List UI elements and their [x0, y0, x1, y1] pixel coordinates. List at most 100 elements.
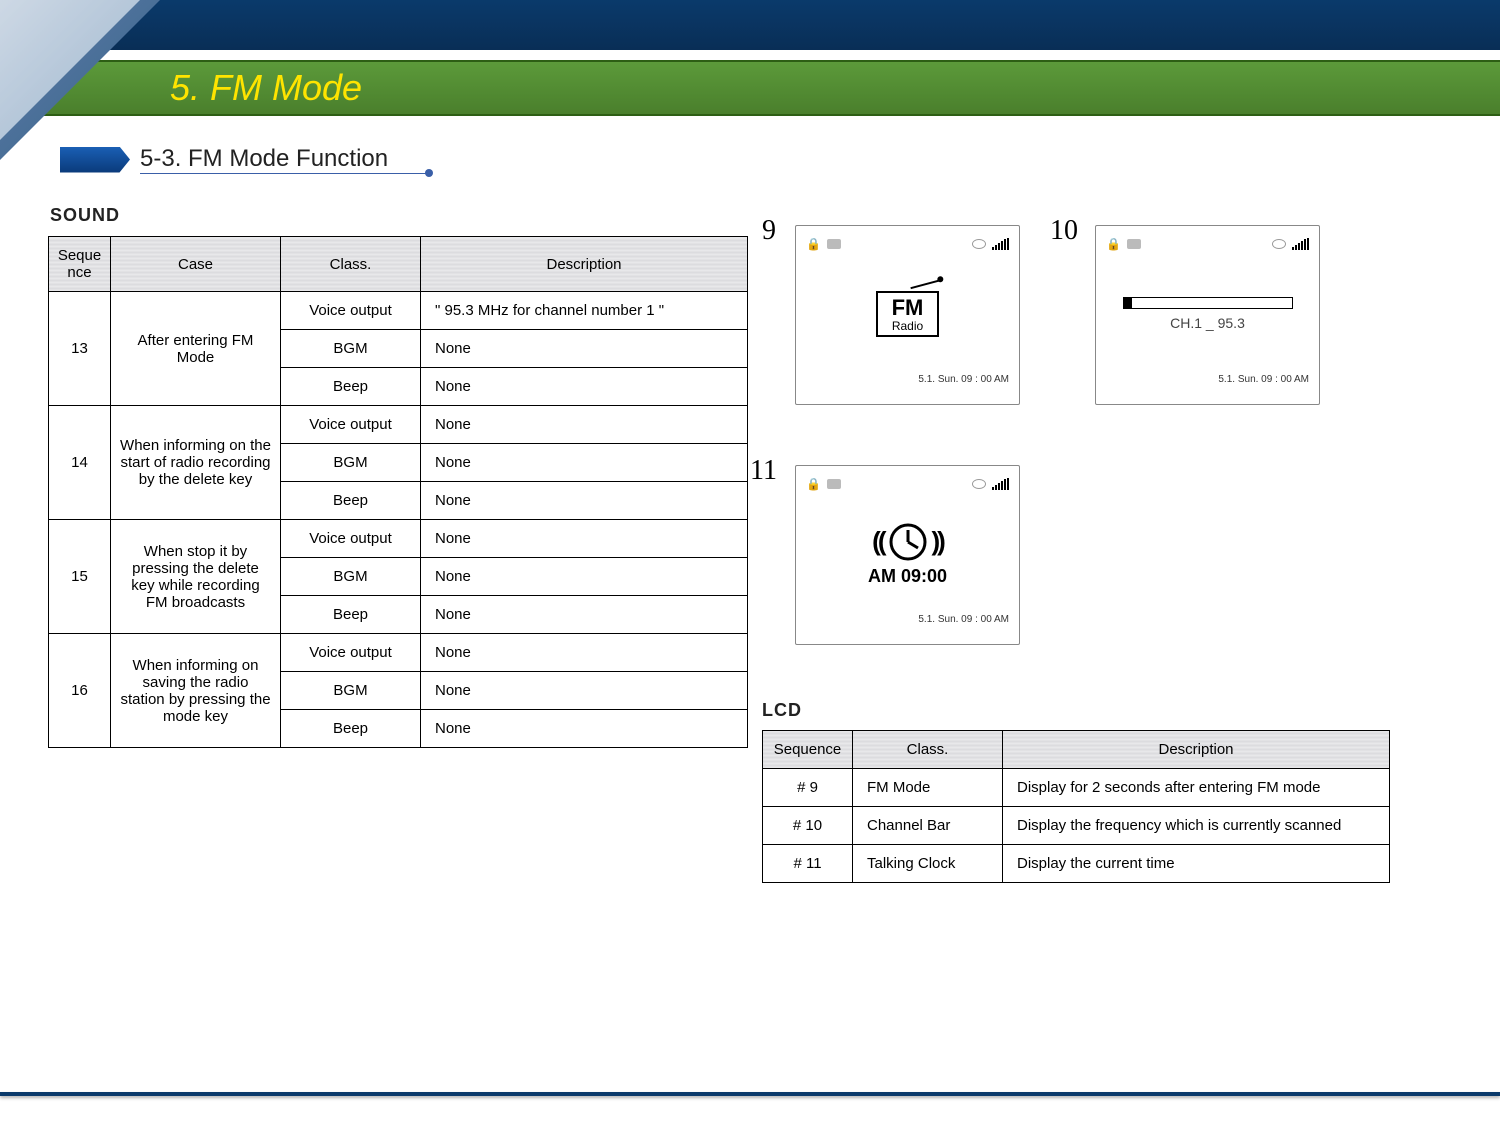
cell-seq: # 9	[763, 769, 853, 807]
col-sequence: Sequence	[763, 731, 853, 769]
cell-desc: Display the current time	[1003, 845, 1390, 883]
table-row: 16 When informing on saving the radio st…	[49, 634, 748, 672]
table-header-row: Sequence Case Class. Description	[49, 237, 748, 292]
title-band: 5. FM Mode	[0, 60, 1500, 116]
cell-class: BGM	[281, 558, 421, 596]
channel-bar	[1123, 297, 1293, 309]
bottom-bar	[0, 1092, 1500, 1096]
clock-icon: (( ))	[872, 522, 943, 562]
cell-desc: None	[421, 520, 748, 558]
cell-desc: Display the frequency which is currently…	[1003, 807, 1390, 845]
cell-desc: None	[421, 558, 748, 596]
cell-class: Voice output	[281, 406, 421, 444]
cell-desc: None	[421, 596, 748, 634]
cell-seq: 15	[49, 520, 111, 634]
fm-subtitle: Radio	[892, 319, 924, 333]
status-bar	[806, 234, 1009, 254]
cell-desc: None	[421, 482, 748, 520]
subtitle: 5-3. FM Mode Function	[140, 145, 428, 174]
lcd-footer: 5.1. Sun. 09 : 00 AM	[806, 374, 1009, 385]
table-row: 13 After entering FM Mode Voice output "…	[49, 292, 748, 330]
signal-icon	[992, 478, 1009, 490]
cell-desc: None	[421, 368, 748, 406]
cell-desc: Display for 2 seconds after entering FM …	[1003, 769, 1390, 807]
cell-seq: 16	[49, 634, 111, 748]
cell-desc: None	[421, 710, 748, 748]
col-description: Description	[1003, 731, 1390, 769]
arrow-icon	[60, 147, 130, 173]
channel-bar-fill	[1124, 298, 1132, 308]
cell-class: Voice output	[281, 292, 421, 330]
lcd-table: Sequence Class. Description # 9 FM Mode …	[762, 730, 1390, 883]
camera-icon	[827, 239, 841, 249]
status-bar	[1106, 234, 1309, 254]
cell-desc: None	[421, 330, 748, 368]
table-row: # 11 Talking Clock Display the current t…	[763, 845, 1390, 883]
table-header-row: Sequence Class. Description	[763, 731, 1390, 769]
cell-class: Voice output	[281, 520, 421, 558]
clock-time: AM 09:00	[868, 566, 947, 587]
lock-icon	[806, 477, 821, 491]
cell-case: After entering FM Mode	[111, 292, 281, 406]
fm-box: FM Radio	[876, 291, 940, 337]
cell-class: Channel Bar	[853, 807, 1003, 845]
cell-desc: None	[421, 672, 748, 710]
cell-class: BGM	[281, 330, 421, 368]
cell-class: BGM	[281, 672, 421, 710]
cell-desc: " 95.3 MHz for channel number 1 "	[421, 292, 748, 330]
cell-case: When stop it by pressing the delete key …	[111, 520, 281, 634]
cell-class: Beep	[281, 482, 421, 520]
cell-case: When informing on saving the radio stati…	[111, 634, 281, 748]
col-sequence: Sequence	[49, 237, 111, 292]
lcd-shot-11: (( )) AM 09:00 5.1. Sun. 09 : 00 AM	[795, 465, 1020, 645]
clock-face-icon	[888, 522, 928, 562]
col-class: Class.	[853, 731, 1003, 769]
shot-label-11: 11	[750, 455, 777, 487]
subtitle-row: 5-3. FM Mode Function	[60, 145, 428, 174]
lcd-main: (( )) AM 09:00	[806, 494, 1009, 614]
antenna-icon	[911, 279, 944, 300]
dot-icon	[425, 169, 433, 177]
subtitle-text: 5-3. FM Mode Function	[140, 145, 388, 172]
col-case: Case	[111, 237, 281, 292]
lcd-shot-10: CH.1 _ 95.3 5.1. Sun. 09 : 00 AM	[1095, 225, 1320, 405]
ring-icon	[972, 239, 986, 249]
cell-class: Beep	[281, 710, 421, 748]
table-row: # 10 Channel Bar Display the frequency w…	[763, 807, 1390, 845]
ring-icon	[1272, 239, 1286, 249]
cell-seq: 13	[49, 292, 111, 406]
cell-seq: # 10	[763, 807, 853, 845]
camera-icon	[827, 479, 841, 489]
section-label-lcd: LCD	[762, 700, 802, 721]
col-description: Description	[421, 237, 748, 292]
cell-class: FM Mode	[853, 769, 1003, 807]
cell-desc: None	[421, 444, 748, 482]
lock-icon	[806, 237, 821, 251]
cell-desc: None	[421, 406, 748, 444]
cell-case: When informing on the start of radio rec…	[111, 406, 281, 520]
signal-icon	[1292, 238, 1309, 250]
cell-class: Beep	[281, 596, 421, 634]
cell-class: Talking Clock	[853, 845, 1003, 883]
cell-class: BGM	[281, 444, 421, 482]
table-row: 14 When informing on the start of radio …	[49, 406, 748, 444]
cell-seq: 14	[49, 406, 111, 520]
wave-right-icon: ))	[932, 526, 943, 557]
shot-label-10: 10	[1050, 215, 1078, 247]
table-row: # 9 FM Mode Display for 2 seconds after …	[763, 769, 1390, 807]
table-row: 15 When stop it by pressing the delete k…	[49, 520, 748, 558]
cell-desc: None	[421, 634, 748, 672]
lcd-main: CH.1 _ 95.3	[1106, 254, 1309, 374]
status-bar	[806, 474, 1009, 494]
lcd-footer: 5.1. Sun. 09 : 00 AM	[1106, 374, 1309, 385]
cell-seq: # 11	[763, 845, 853, 883]
camera-icon	[1127, 239, 1141, 249]
sound-table: Sequence Case Class. Description 13 Afte…	[48, 236, 748, 748]
lcd-shot-9: FM Radio 5.1. Sun. 09 : 00 AM	[795, 225, 1020, 405]
fm-title: FM	[892, 297, 924, 319]
channel-label: CH.1 _ 95.3	[1170, 315, 1245, 331]
cell-class: Beep	[281, 368, 421, 406]
signal-icon	[992, 238, 1009, 250]
lcd-main: FM Radio	[806, 254, 1009, 374]
shot-label-9: 9	[762, 215, 776, 247]
